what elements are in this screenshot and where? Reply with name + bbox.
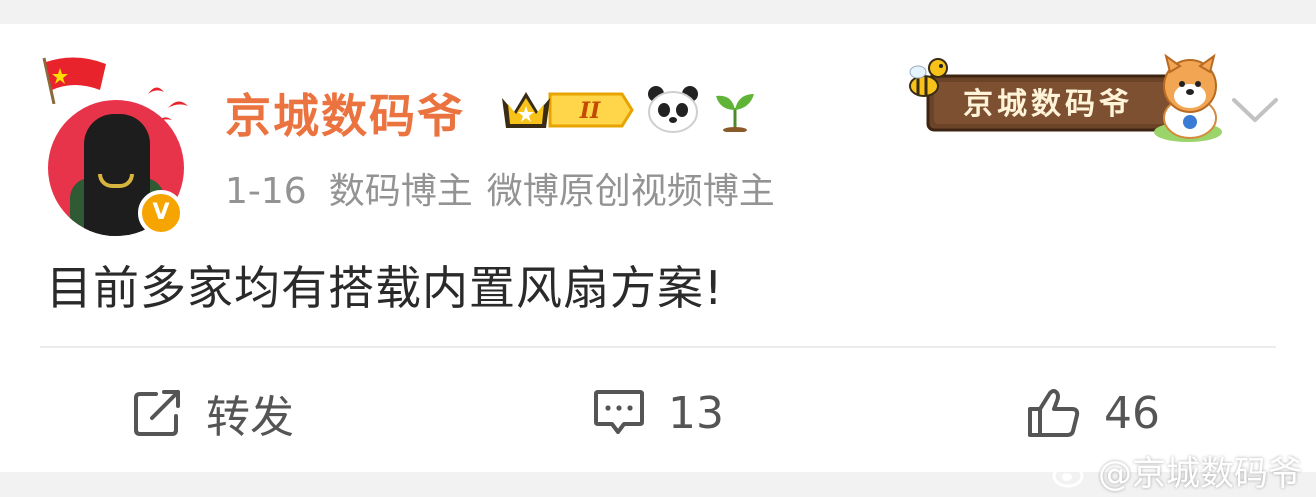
weibo-logo-icon xyxy=(1052,456,1090,487)
watermark-text: @京城数码爷 xyxy=(1098,454,1302,494)
like-icon xyxy=(1028,389,1080,437)
comment-button[interactable]: 13 xyxy=(592,386,724,440)
repost-button[interactable]: 转发 xyxy=(132,386,294,443)
chevron-down-icon[interactable] xyxy=(1228,92,1282,126)
post-card: V 京城数码爷 II 1-16 数码博主 微博原创视频博主 京城数码爷 目前多家… xyxy=(0,24,1316,472)
crown-badge-icon[interactable]: II xyxy=(498,86,634,134)
repost-icon xyxy=(134,390,180,436)
avatar-group[interactable]: V xyxy=(40,54,200,244)
verified-badge: V xyxy=(138,190,184,236)
post-content: 目前多家均有搭载内置风扇方案! xyxy=(46,261,724,315)
flag-icon xyxy=(42,57,106,104)
role-video-blogger: 微博原创视频博主 xyxy=(486,171,775,212)
repost-label: 转发 xyxy=(206,392,294,443)
like-button[interactable]: 46 xyxy=(1026,386,1160,440)
comment-icon xyxy=(594,390,644,434)
watermark: @京城数码爷 xyxy=(1052,446,1302,495)
sprout-icon[interactable] xyxy=(712,88,758,132)
level-badge-text: II xyxy=(579,98,601,124)
like-count: 46 xyxy=(1104,387,1160,439)
post-meta: 1-16 数码博主 微博原创视频博主 xyxy=(225,162,797,214)
sign-text: 京城数码爷 xyxy=(963,87,1133,122)
panda-icon[interactable] xyxy=(646,84,700,134)
username[interactable]: 京城数码爷 xyxy=(225,80,465,146)
comment-count: 13 xyxy=(668,387,724,439)
post-date[interactable]: 1-16 xyxy=(225,171,307,212)
divider xyxy=(40,346,1276,348)
role-digital-blogger: 数码博主 xyxy=(328,171,473,212)
username-sign-decoration[interactable]: 京城数码爷 xyxy=(898,38,1228,144)
